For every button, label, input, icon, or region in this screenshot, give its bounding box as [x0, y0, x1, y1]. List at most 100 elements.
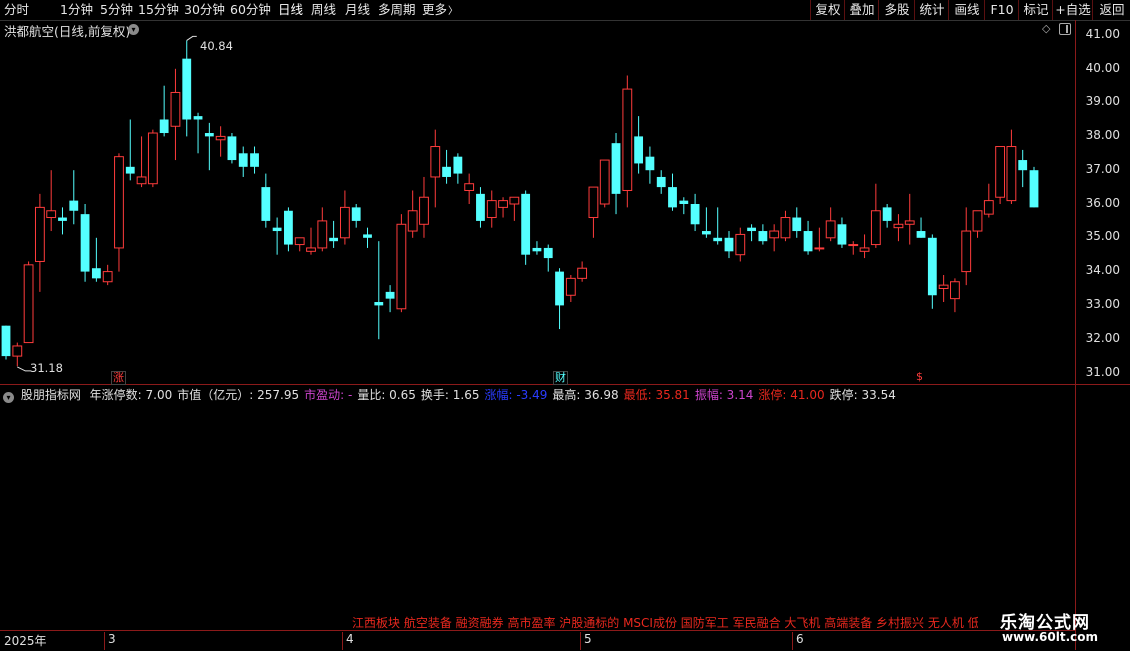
period-tab-15min[interactable]: 15分钟 — [138, 2, 179, 18]
chevron-down-icon[interactable]: ▾ — [3, 392, 14, 403]
candle[interactable] — [261, 173, 271, 228]
back-button[interactable]: 返回 — [1092, 0, 1130, 20]
candle[interactable] — [713, 207, 723, 245]
candle[interactable] — [136, 136, 147, 188]
candle[interactable] — [521, 190, 531, 265]
candle[interactable] — [23, 261, 34, 344]
adjust-button[interactable]: 复权 — [810, 0, 845, 20]
candle[interactable] — [769, 224, 780, 252]
candle[interactable] — [882, 204, 892, 228]
candle[interactable] — [1029, 166, 1039, 208]
candle[interactable] — [577, 261, 588, 282]
draw-line-button[interactable]: 画线 — [948, 0, 985, 20]
candle[interactable] — [893, 214, 904, 242]
candle[interactable] — [916, 217, 926, 238]
candle[interactable] — [284, 207, 293, 252]
candle[interactable] — [972, 210, 983, 238]
candle[interactable] — [182, 40, 192, 137]
candle[interactable] — [848, 241, 859, 255]
candle[interactable] — [825, 207, 836, 242]
candle[interactable] — [363, 227, 372, 248]
candle[interactable] — [611, 133, 621, 215]
candle[interactable] — [250, 146, 259, 174]
candle[interactable] — [622, 75, 633, 208]
candle[interactable] — [1006, 129, 1017, 204]
candle[interactable] — [419, 176, 429, 238]
candle[interactable] — [1, 325, 11, 360]
candle[interactable] — [543, 244, 553, 272]
period-tab-5min[interactable]: 5分钟 — [100, 2, 133, 18]
candle[interactable] — [724, 231, 734, 259]
candle[interactable] — [938, 274, 949, 303]
candle[interactable] — [476, 187, 485, 228]
candle[interactable] — [486, 190, 497, 228]
period-tab-60min[interactable]: 60分钟 — [230, 2, 271, 18]
candle[interactable] — [927, 234, 937, 309]
period-tab-multi[interactable]: 多周期 — [378, 2, 416, 18]
candle[interactable] — [329, 220, 339, 248]
mark-button[interactable]: 标记 — [1018, 0, 1053, 20]
candle[interactable] — [204, 122, 214, 171]
candle[interactable] — [317, 207, 328, 252]
candle[interactable] — [498, 197, 508, 218]
candle[interactable] — [396, 214, 407, 313]
candle[interactable] — [509, 196, 520, 221]
candlestick-chart[interactable] — [0, 20, 1075, 384]
overlay-button[interactable]: 叠加 — [844, 0, 879, 20]
candle[interactable] — [599, 159, 610, 208]
candle[interactable] — [442, 149, 451, 184]
candle[interactable] — [792, 207, 802, 238]
candle[interactable] — [814, 227, 825, 252]
limit-up-marker[interactable]: 涨 — [111, 371, 126, 385]
candle[interactable] — [125, 119, 135, 181]
candle[interactable] — [306, 227, 316, 255]
candle[interactable] — [385, 285, 395, 313]
statistics-button[interactable]: 统计 — [914, 0, 949, 20]
candle[interactable] — [193, 112, 203, 154]
candle[interactable] — [227, 133, 237, 164]
candle[interactable] — [565, 274, 576, 303]
candle[interactable] — [238, 146, 248, 177]
candle[interactable] — [588, 186, 599, 238]
candle[interactable] — [147, 129, 158, 188]
candle[interactable] — [870, 183, 881, 248]
multi-stock-button[interactable]: 多股 — [878, 0, 915, 20]
candle[interactable] — [532, 241, 542, 255]
candle[interactable] — [837, 217, 847, 248]
period-tab-weekly[interactable]: 周线 — [311, 2, 336, 18]
candle[interactable] — [453, 153, 463, 184]
candle[interactable] — [679, 197, 689, 215]
candle[interactable] — [690, 193, 700, 232]
candle[interactable] — [114, 153, 124, 272]
candle[interactable] — [374, 241, 384, 340]
candle[interactable] — [758, 224, 768, 245]
candle[interactable] — [634, 116, 644, 174]
candle[interactable] — [961, 207, 972, 286]
candle[interactable] — [294, 237, 305, 252]
period-tab-monthly[interactable]: 月线 — [345, 2, 370, 18]
candle[interactable] — [170, 68, 181, 161]
candle[interactable] — [407, 190, 418, 238]
candle[interactable] — [1018, 149, 1028, 188]
candle[interactable] — [859, 234, 870, 259]
candle[interactable] — [69, 170, 79, 225]
candle[interactable] — [34, 193, 45, 292]
candle[interactable] — [780, 210, 791, 242]
candle[interactable] — [950, 278, 960, 313]
candle[interactable] — [12, 342, 23, 367]
candle[interactable] — [159, 85, 169, 137]
f10-button[interactable]: F10 — [984, 0, 1019, 20]
candle[interactable] — [645, 146, 655, 184]
candle[interactable] — [58, 207, 67, 235]
candle[interactable] — [701, 207, 711, 238]
candle[interactable] — [46, 170, 57, 232]
period-tab-intraday[interactable]: 分时 — [4, 2, 29, 18]
concept-tags[interactable]: 江西板块 航空装备 融资融券 高市盈率 沪股通标的 MSCI成份 国防军工 军民… — [352, 614, 978, 631]
candle[interactable] — [339, 190, 350, 245]
period-tab-daily[interactable]: 日线 — [278, 2, 303, 18]
candle[interactable] — [803, 220, 813, 255]
candle[interactable] — [215, 126, 226, 157]
candle[interactable] — [464, 173, 475, 204]
candle[interactable] — [656, 170, 666, 194]
candle[interactable] — [995, 146, 1006, 204]
